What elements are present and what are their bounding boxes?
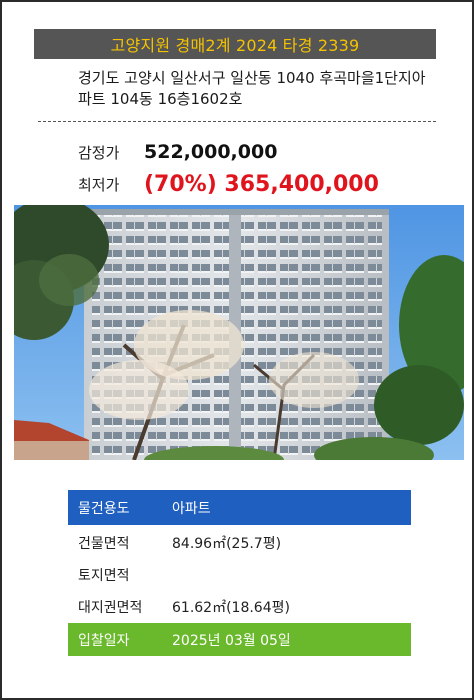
building-area-row: 건물면적 84.96㎡(25.7평) [68,527,411,559]
dashed-divider [38,121,436,122]
appraisal-value: 522,000,000 [144,141,278,163]
land-right-area-label: 대지권면적 [78,600,143,616]
auction-card: 고양지원 경매2계 2024 타경 2339 경기도 고양시 일산서구 일산동 … [0,0,474,700]
bid-date-row: 입찰일자 2025년 03월 05일 [68,623,411,656]
usage-row: 물건용도 아파트 [68,490,411,525]
bid-date-value: 2025년 03월 05일 [172,632,291,649]
land-right-area-row: 대지권면적 61.62㎡(18.64평) [68,591,411,623]
minimum-price-row: 최저가 (70%) 365,400,000 [78,172,379,197]
land-right-area-value: 61.62㎡(18.64평) [172,600,290,616]
building-area-label: 건물면적 [78,536,130,552]
address-line-1: 경기도 고양시 일산서구 일산동 1040 후곡마을1단지아 [78,69,426,87]
address-line-2: 파트 104동 16층1602호 [78,90,243,108]
land-area-row: 토지면적 [68,559,411,591]
minimum-label: 최저가 [78,176,120,194]
property-details-table: 물건용도 아파트 건물면적 84.96㎡(25.7평) 토지면적 대지권면적 6… [68,490,411,656]
land-area-label: 토지면적 [78,568,130,584]
case-title-bar: 고양지원 경매2계 2024 타경 2339 [34,29,436,59]
case-title: 고양지원 경매2계 2024 타경 2339 [110,36,360,55]
usage-label: 물건용도 [78,500,130,517]
appraisal-price-row: 감정가 522,000,000 [78,141,277,163]
appraisal-label: 감정가 [78,143,120,162]
building-area-value: 84.96㎡(25.7평) [172,536,282,552]
bid-date-label: 입찰일자 [78,632,130,649]
minimum-value: (70%) 365,400,000 [144,172,379,197]
apartment-building-photo [14,205,464,460]
usage-value: 아파트 [172,500,211,517]
property-address: 경기도 고양시 일산서구 일산동 1040 후곡마을1단지아 파트 104동 1… [78,68,458,110]
